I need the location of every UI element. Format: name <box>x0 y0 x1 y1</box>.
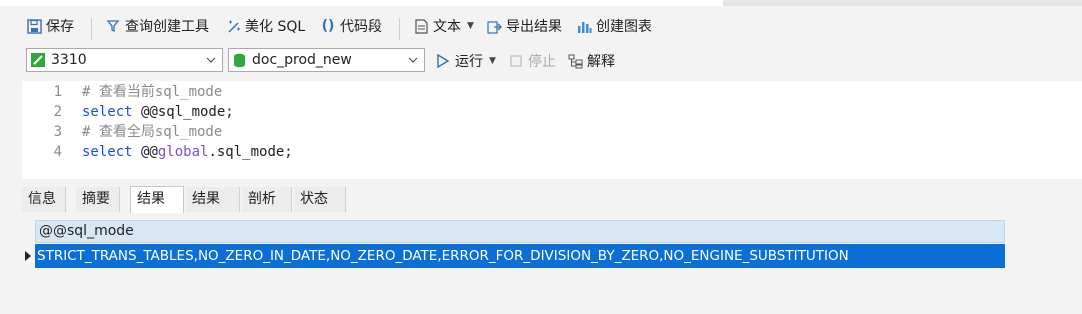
explain-button[interactable]: 解释 <box>567 51 615 71</box>
line-number: 1 <box>53 84 62 100</box>
result-cell[interactable]: STRICT_TRANS_TABLES,NO_ZERO_IN_DATE,NO_Z… <box>35 244 1005 268</box>
play-icon <box>435 53 451 69</box>
stop-button[interactable]: 停止 <box>508 51 556 71</box>
tab-result-1[interactable]: 结果 1 <box>130 186 184 232</box>
tab-result-2[interactable]: 结果 2 <box>186 187 240 232</box>
tab-info[interactable]: 信息 <box>22 187 66 212</box>
code-line: select @@global.sql_mode; <box>82 142 293 162</box>
beautify-sql-label: 美化 SQL <box>245 19 306 35</box>
explain-icon <box>567 53 583 69</box>
sql-text: @@ <box>132 144 158 160</box>
result-grid: @@sql_mode STRICT_TRANS_TABLES,NO_ZERO_I… <box>22 213 1082 314</box>
chevron-down-icon: ▼ <box>467 21 474 31</box>
chevron-down-icon <box>406 53 420 67</box>
database-select[interactable]: doc_prod_new <box>228 48 425 72</box>
stop-icon <box>508 53 524 69</box>
sql-editor[interactable]: 1 2 3 4 # 查看当前sql_mode select @@sql_mode… <box>22 81 1082 179</box>
create-chart-button[interactable]: 创建图表 <box>576 16 652 36</box>
top-strip <box>0 0 1082 6</box>
stop-label: 停止 <box>528 54 556 70</box>
main-toolbar: 保存 查询创建工具 美化 SQL () 代码段 文本 ▼ 导出结果 创建图表 <box>0 7 1082 43</box>
save-button[interactable]: 保存 <box>26 16 74 36</box>
text-mode-label: 文本 <box>433 19 461 35</box>
database-name: doc_prod_new <box>252 52 352 68</box>
export-icon <box>486 18 502 34</box>
sql-global-keyword: global <box>157 144 209 160</box>
explain-label: 解释 <box>587 54 615 70</box>
sql-text: @@sql_mode; <box>132 104 234 120</box>
query-builder-button[interactable]: 查询创建工具 <box>105 16 209 36</box>
code-line-comment: # 查看当前sql_mode <box>82 84 223 100</box>
connection-name: 3310 <box>51 52 87 68</box>
line-number: 4 <box>53 144 62 160</box>
connection-toolbar: 3310 doc_prod_new 运行 ▼ 停止 解释 <box>0 43 1082 79</box>
code-snippet-label: 代码段 <box>340 19 382 35</box>
result-tabs: 信息 摘要 结果 1 结果 2 剖析 状态 <box>22 186 1082 232</box>
code-snippet-button[interactable]: () 代码段 <box>320 16 382 36</box>
beautify-sql-button[interactable]: 美化 SQL <box>225 16 305 36</box>
sql-keyword: select <box>82 104 133 120</box>
run-label: 运行 <box>455 54 483 70</box>
current-row-icon <box>24 250 34 262</box>
sql-text: .sql_mode; <box>208 144 293 160</box>
column-header[interactable]: @@sql_mode <box>35 220 1005 243</box>
bar-chart-icon <box>576 18 592 34</box>
export-results-label: 导出结果 <box>506 19 562 35</box>
tab-profile[interactable]: 剖析 <box>242 187 292 212</box>
tab-summary[interactable]: 摘要 <box>76 187 120 212</box>
create-chart-label: 创建图表 <box>596 19 652 35</box>
parentheses-icon: () <box>321 18 335 34</box>
save-icon <box>26 18 42 34</box>
left-margin <box>0 181 22 314</box>
save-label: 保存 <box>46 19 74 35</box>
chevron-down-icon: ▼ <box>489 56 496 66</box>
line-number-gutter: 1 2 3 4 <box>22 81 70 179</box>
query-builder-label: 查询创建工具 <box>125 19 209 35</box>
connection-select[interactable]: 3310 <box>26 48 223 72</box>
chevron-down-icon <box>204 53 218 67</box>
database-icon <box>233 53 246 68</box>
run-button[interactable]: 运行 ▼ <box>435 51 496 71</box>
sql-keyword: select <box>82 144 133 160</box>
line-number: 3 <box>53 124 62 140</box>
toolbar-separator <box>91 18 92 40</box>
code-line-comment: # 查看全局sql_mode <box>82 124 223 140</box>
document-icon <box>413 18 429 34</box>
magic-wand-icon <box>225 18 241 34</box>
text-mode-button[interactable]: 文本 ▼ <box>413 16 474 36</box>
export-results-button[interactable]: 导出结果 <box>486 16 562 36</box>
connection-icon <box>31 53 45 67</box>
top-strip-segment <box>723 0 1082 6</box>
tab-status[interactable]: 状态 <box>294 187 346 212</box>
code-line: select @@sql_mode; <box>82 102 234 122</box>
line-number: 2 <box>53 104 62 120</box>
filter-icon <box>105 18 121 34</box>
toolbar-separator <box>399 18 400 40</box>
